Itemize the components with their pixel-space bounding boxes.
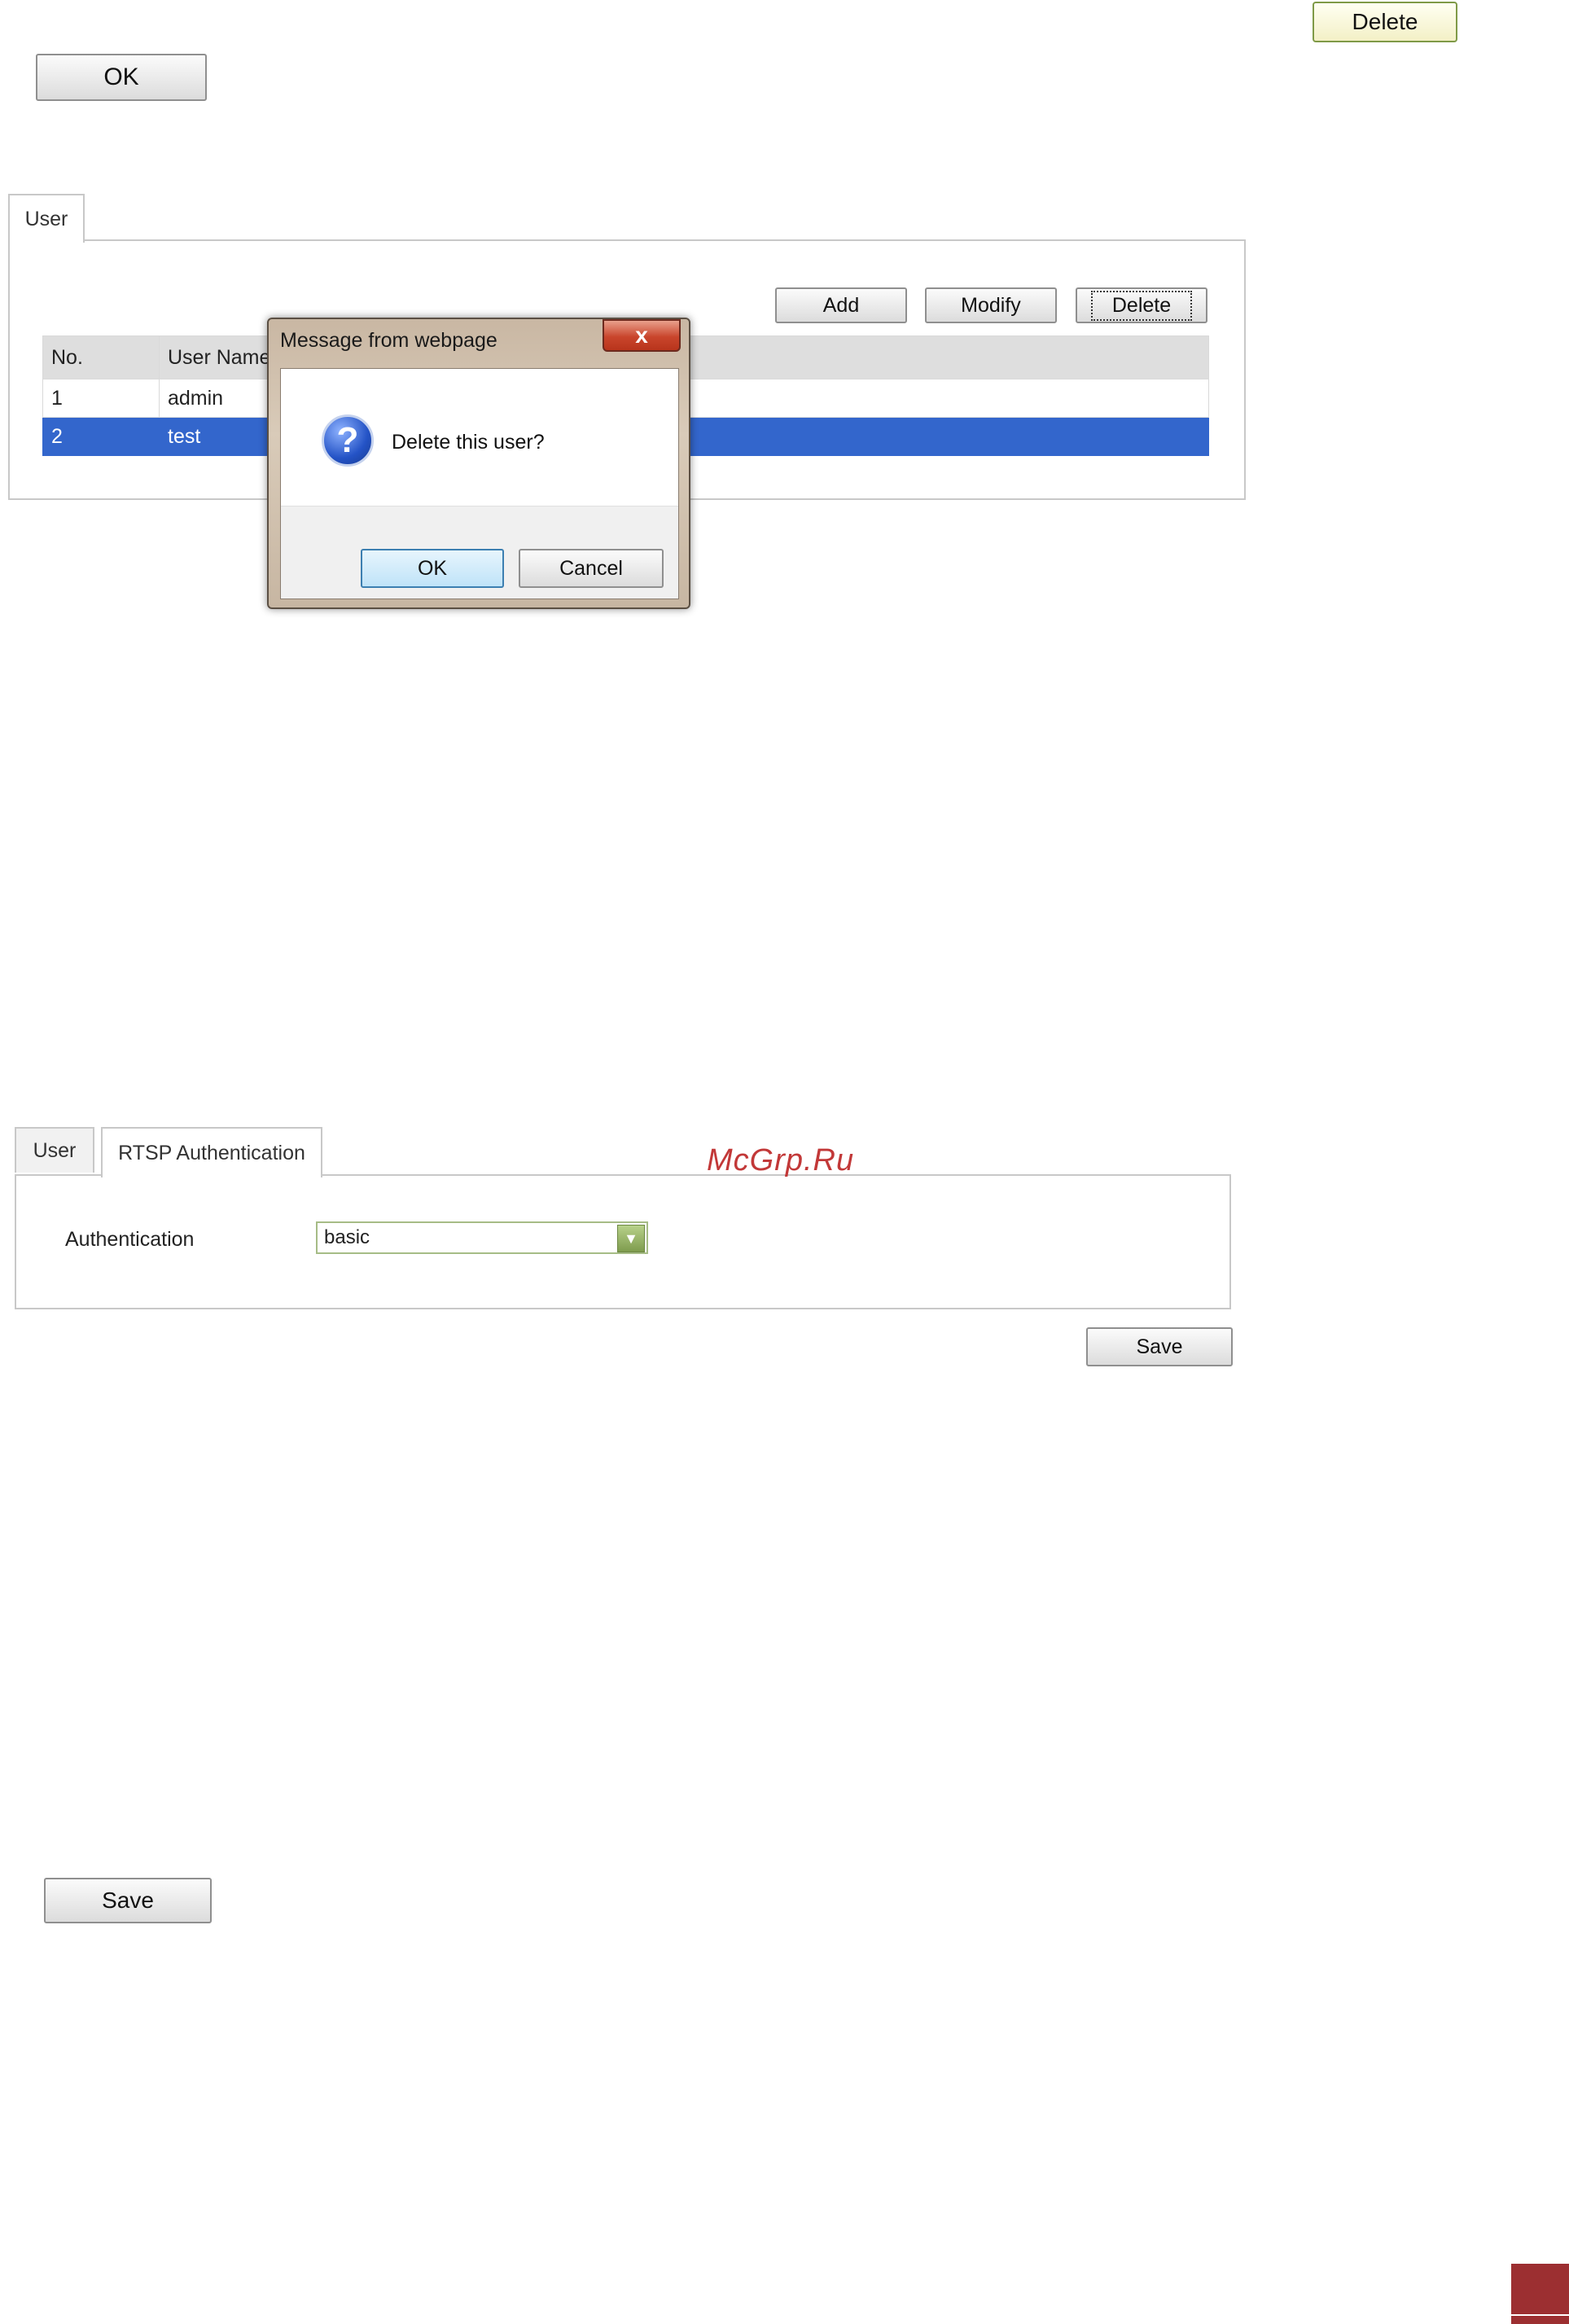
delete-user-button[interactable]: Delete (1076, 287, 1207, 323)
question-icon: ? (322, 414, 374, 467)
authentication-select[interactable]: basic ▼ (316, 1221, 648, 1254)
column-header-no: No. (42, 335, 160, 379)
dialog-cancel-button[interactable]: Cancel (519, 549, 664, 588)
confirm-dialog: Message from webpage x ? Delete this use… (267, 318, 690, 609)
modify-user-button[interactable]: Modify (925, 287, 1057, 323)
tab-user[interactable]: User (8, 194, 85, 243)
dialog-footer: OK Cancel (281, 506, 678, 599)
dialog-ok-button[interactable]: OK (361, 549, 504, 588)
row-no: 1 (42, 379, 160, 418)
save-button[interactable]: Save (44, 1878, 212, 1923)
authentication-label: Authentication (65, 1228, 195, 1251)
top-ok-button[interactable]: OK (36, 54, 207, 101)
chevron-down-icon[interactable]: ▼ (617, 1225, 645, 1252)
corner-divider (1511, 2314, 1569, 2316)
delete-user-label: Delete (1090, 290, 1193, 321)
rtsp-save-button[interactable]: Save (1086, 1327, 1233, 1366)
dialog-message: Delete this user? (392, 431, 545, 454)
tab-user[interactable]: User (15, 1127, 94, 1173)
close-icon[interactable]: x (603, 319, 681, 352)
dialog-body: ? Delete this user? OK Cancel (280, 368, 679, 599)
row-no: 2 (42, 417, 160, 456)
dialog-title: Message from webpage (280, 329, 497, 352)
add-user-button[interactable]: Add (775, 287, 907, 323)
top-delete-button[interactable]: Delete (1313, 2, 1457, 42)
authentication-value: basic (324, 1226, 370, 1248)
tab-rtsp-authentication[interactable]: RTSP Authentication (101, 1127, 322, 1177)
watermark-text: McGrp.Ru (707, 1143, 855, 1177)
